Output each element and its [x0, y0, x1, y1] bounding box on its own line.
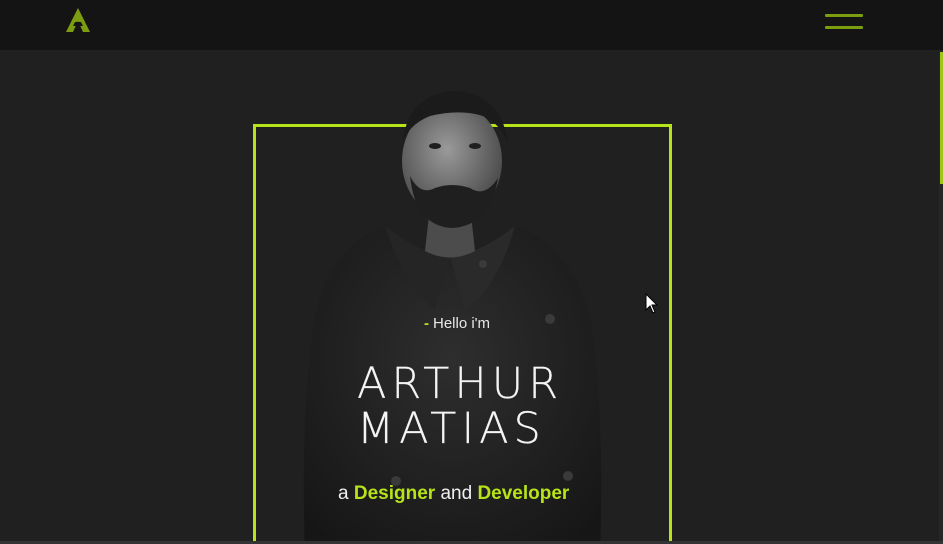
tagline-role-designer: Designer	[353, 483, 436, 504]
greeting-label: Hello i'm	[433, 315, 491, 332]
mouse-cursor-icon	[645, 293, 659, 314]
name-last: MATIAS	[357, 404, 546, 454]
tagline-prefix: a	[338, 483, 349, 504]
greeting-text: - Hello i'm	[424, 315, 490, 332]
hamburger-menu-icon[interactable]	[822, 10, 866, 36]
tagline: a Designer and Developer	[338, 483, 569, 505]
tagline-conjunction: and	[440, 483, 473, 504]
tagline-role-developer: Developer	[477, 483, 570, 504]
menu-bar-bottom	[825, 26, 863, 29]
site-header	[0, 0, 943, 50]
logo-icon[interactable]	[64, 6, 92, 34]
menu-bar-top	[825, 14, 863, 17]
name-first: ARTHUR	[357, 359, 564, 409]
greeting-dash: -	[424, 315, 429, 332]
page: - Hello i'm ARTHUR MATIAS a Designer and …	[0, 0, 943, 544]
